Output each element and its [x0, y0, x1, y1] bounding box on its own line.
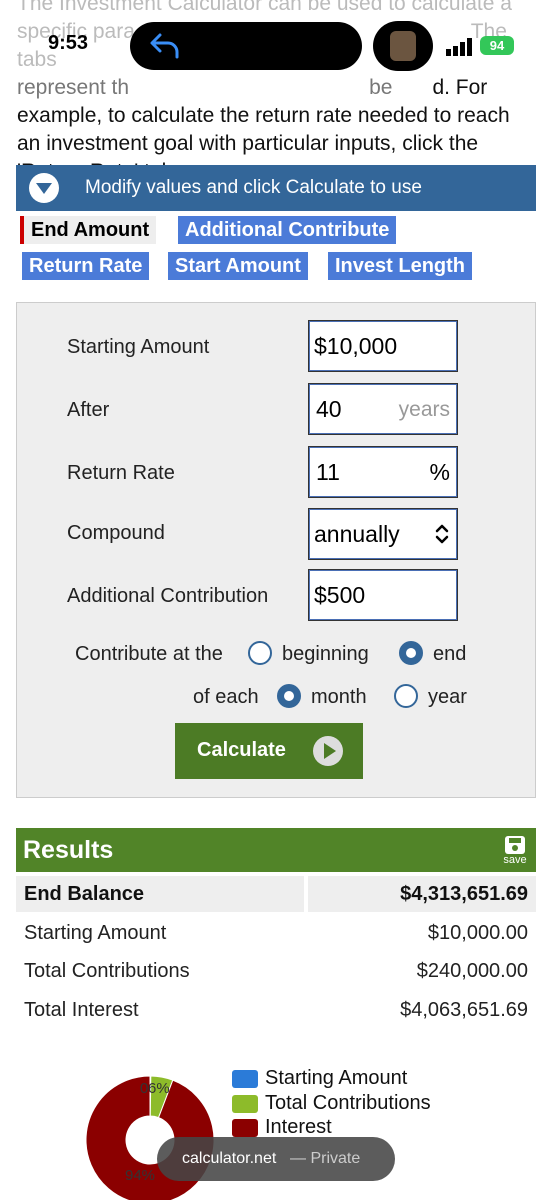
- modify-values-text: Modify values and click Calculate to use: [85, 177, 422, 198]
- collapse-arrow-icon[interactable]: [29, 173, 59, 203]
- pct-label-interest: 94%: [125, 1167, 156, 1184]
- url-bar-pill[interactable]: calculator.net — Private: [157, 1137, 395, 1181]
- results-header: Results save: [16, 828, 536, 872]
- radio-end[interactable]: [399, 641, 423, 665]
- contribute-at-label: Contribute at the: [75, 643, 223, 665]
- tab-start-amount[interactable]: Start Amount: [168, 252, 308, 280]
- end-balance-value: $4,313,651.69: [400, 883, 528, 905]
- result-row-end-balance: End Balance $4,313,651.69: [16, 876, 536, 912]
- results-title: Results: [23, 836, 114, 864]
- after-label: After: [67, 399, 110, 421]
- after-years-input[interactable]: 40 years: [308, 383, 458, 435]
- end-balance-label: End Balance: [24, 883, 145, 905]
- tab-invest-length[interactable]: Invest Length: [328, 252, 473, 280]
- intro-line-5: an investment goal with particular input…: [17, 132, 479, 155]
- save-icon: [505, 836, 525, 854]
- status-time: 9:53: [48, 32, 89, 54]
- dynamic-island: [130, 22, 362, 70]
- of-each-label: of each: [193, 686, 259, 708]
- intro-line-4: example, to calculate the return rate ne…: [17, 104, 510, 127]
- compound-label: Compound: [67, 522, 165, 544]
- end-label[interactable]: end: [433, 643, 466, 666]
- intro-line-1: The Investment Calculator can be used to…: [17, 0, 512, 15]
- compound-select[interactable]: annually: [308, 508, 458, 560]
- modify-values-bar[interactable]: Modify values and click Calculate to use: [16, 165, 536, 211]
- play-icon: [313, 736, 343, 766]
- back-arrow-icon[interactable]: [148, 32, 182, 60]
- result-row-starting-amount: Starting Amount $10,000.00: [24, 922, 528, 944]
- save-button[interactable]: save: [500, 835, 530, 866]
- signal-icon: [446, 38, 472, 56]
- return-rate-label: Return Rate: [67, 462, 175, 484]
- island-media-thumbnail: [373, 21, 433, 71]
- battery-icon: 94: [480, 36, 514, 55]
- year-label[interactable]: year: [428, 686, 467, 709]
- percent-unit: %: [429, 459, 450, 485]
- beginning-label[interactable]: beginning: [282, 643, 369, 666]
- url-host: calculator.net: [182, 1150, 277, 1167]
- pct-label-contributions: 6%: [148, 1080, 170, 1097]
- return-rate-input[interactable]: 11 %: [308, 446, 458, 498]
- select-arrows-icon: [435, 524, 449, 544]
- calculate-label: Calculate: [197, 739, 286, 761]
- tab-return-rate[interactable]: Return Rate: [22, 252, 150, 280]
- tab-additional-contribute[interactable]: Additional Contribute: [178, 216, 397, 244]
- additional-contribution-label: Additional Contribution: [67, 585, 269, 607]
- years-unit: years: [398, 398, 450, 421]
- additional-contribution-input[interactable]: $500: [308, 569, 458, 621]
- private-label: — Private: [290, 1150, 361, 1167]
- tab-end-amount[interactable]: End Amount: [20, 216, 157, 244]
- calculate-button[interactable]: Calculate: [175, 723, 363, 779]
- result-row-total-contributions: Total Contributions $240,000.00: [24, 960, 528, 982]
- radio-year[interactable]: [394, 684, 418, 708]
- starting-amount-input[interactable]: $10,000: [308, 320, 458, 372]
- month-label[interactable]: month: [311, 686, 367, 709]
- result-row-total-interest: Total Interest $4,063,651.69: [24, 999, 528, 1021]
- radio-beginning[interactable]: [248, 641, 272, 665]
- starting-amount-label: Starting Amount: [67, 336, 210, 358]
- radio-month[interactable]: [277, 684, 301, 708]
- intro-line-3: represent th be d. For: [17, 76, 488, 99]
